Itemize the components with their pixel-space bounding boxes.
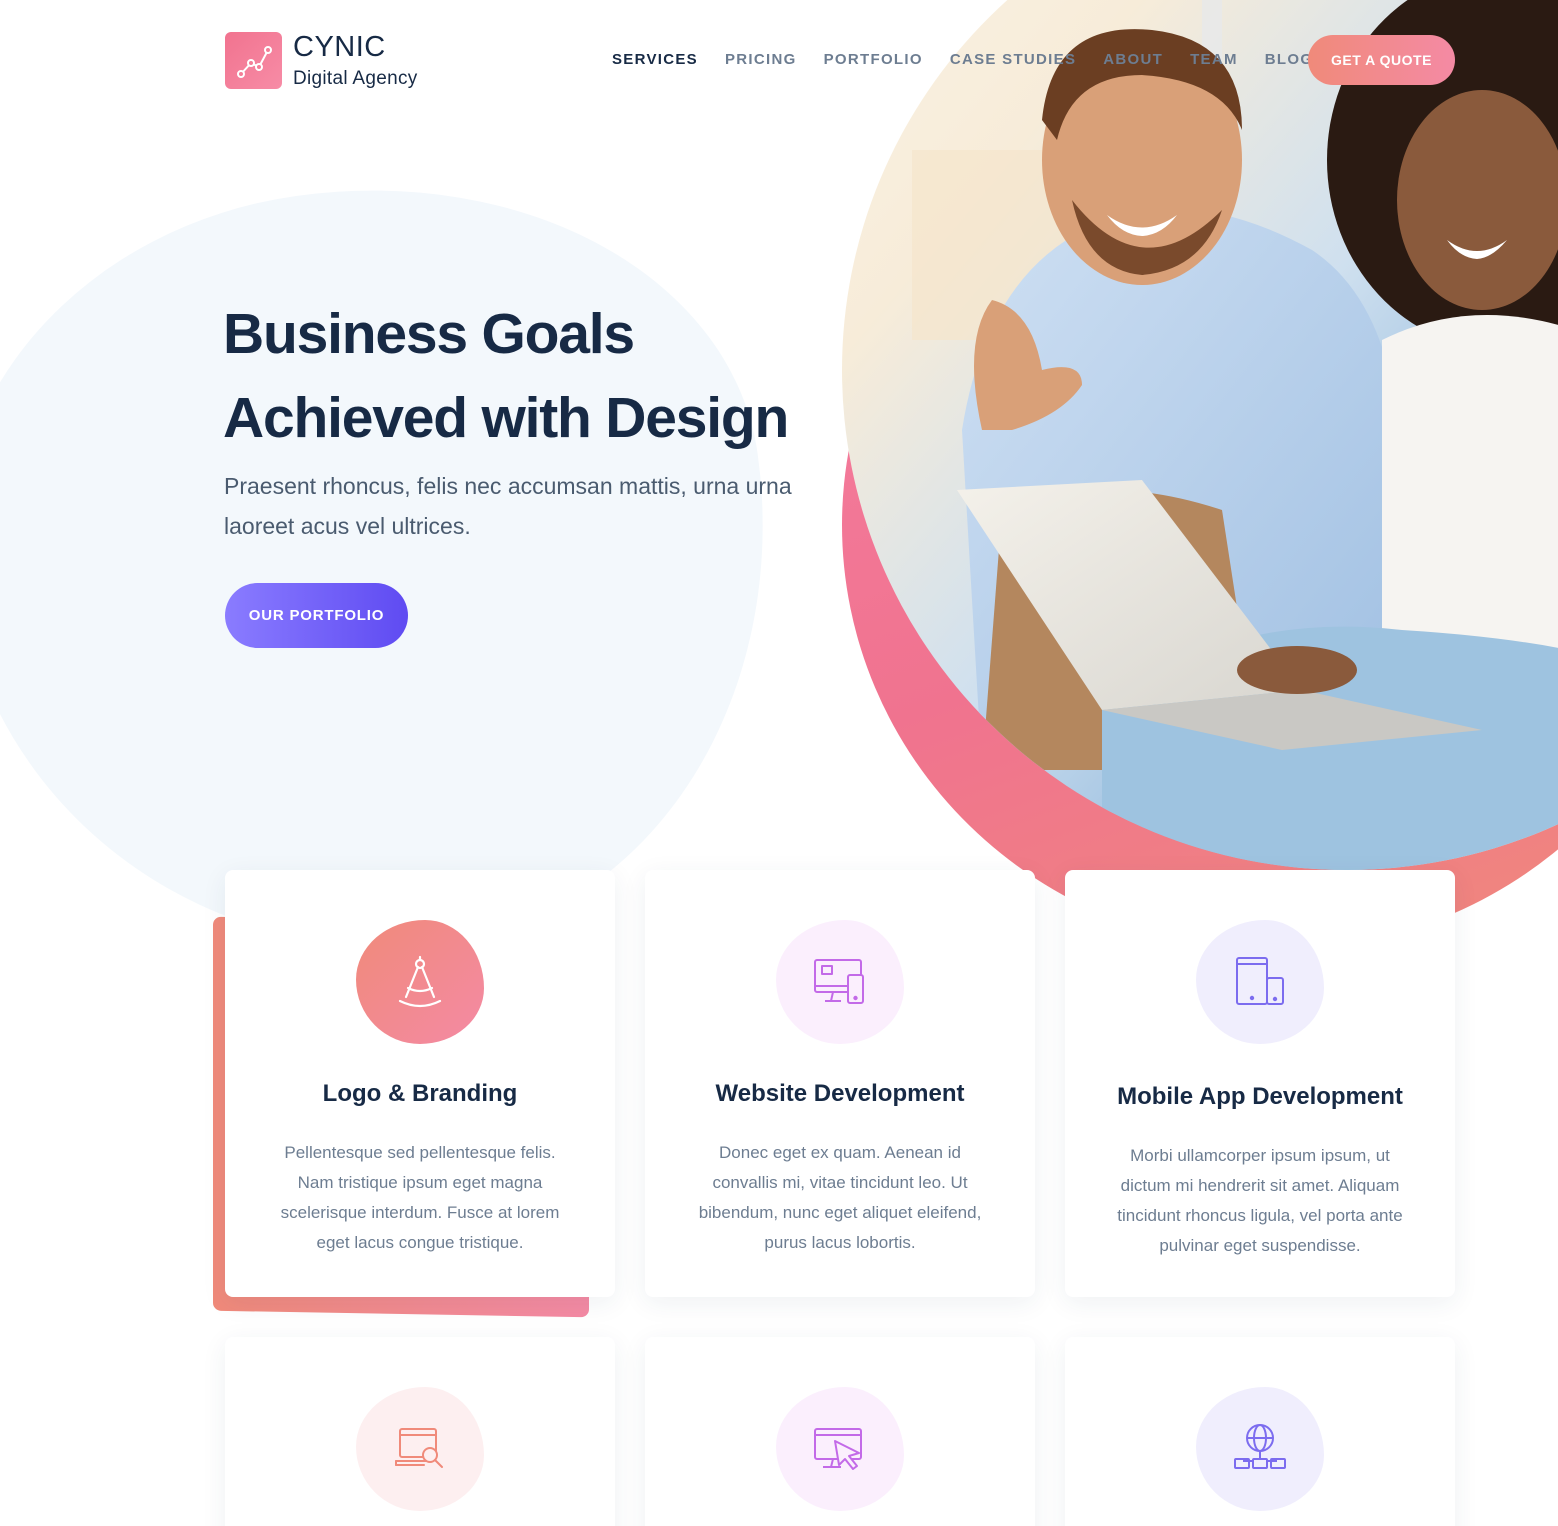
brand-name: CYNIC: [293, 31, 386, 63]
nav-item-portfolio[interactable]: PORTFOLIO: [824, 51, 923, 68]
globe-network-icon: [1196, 1387, 1324, 1511]
service-description: Morbi ullamcorper ipsum ipsum, ut dictum…: [1117, 1146, 1403, 1255]
service-description: Donec eget ex quam. Aenean id convallis …: [698, 1143, 982, 1252]
brand-tagline: Digital Agency: [293, 68, 418, 89]
service-card-mobile-app-development[interactable]: Mobile App Development Morbi ullamcorper…: [1065, 870, 1455, 1297]
brand-logo[interactable]: CYNIC Digital Agency: [225, 32, 418, 89]
analytics-line-icon: [225, 32, 282, 89]
service-card[interactable]: [225, 1337, 615, 1526]
hero-photo: [842, 0, 1558, 870]
service-title: Logo & Branding: [322, 1080, 518, 1107]
service-card[interactable]: [645, 1337, 1035, 1526]
hero-subtitle: Praesent rhoncus, felis nec accumsan mat…: [224, 473, 792, 539]
nav-item-about[interactable]: ABOUT: [1103, 51, 1163, 68]
main-nav: SERVICES PRICING PORTFOLIO CASE STUDIES …: [612, 51, 1340, 68]
hero-title: Business Goals Achieved with Design: [223, 292, 863, 460]
service-card-website-development[interactable]: Website Development Donec eget ex quam. …: [645, 870, 1035, 1297]
screen-cursor-icon: [776, 1387, 904, 1511]
service-card[interactable]: [1065, 1337, 1455, 1526]
mobile-tablet-icon: [1196, 920, 1324, 1044]
hero-people-illustration: [912, 0, 1558, 870]
service-title: Website Development: [715, 1080, 965, 1107]
hero-title-line-1: Business Goals: [223, 302, 635, 366]
service-description: Pellentesque sed pellentesque felis. Nam…: [280, 1143, 560, 1252]
web-search-icon: [356, 1387, 484, 1511]
compass-icon: [356, 920, 484, 1044]
our-portfolio-button[interactable]: OUR PORTFOLIO: [225, 583, 408, 648]
nav-item-pricing[interactable]: PRICING: [725, 51, 797, 68]
nav-item-blog[interactable]: BLOG: [1265, 51, 1314, 68]
nav-item-services[interactable]: SERVICES: [612, 51, 698, 68]
page: CYNIC Digital Agency SERVICES PRICING PO…: [0, 0, 1558, 1526]
service-card-logo-branding[interactable]: Logo & Branding Pellentesque sed pellent…: [225, 870, 615, 1297]
responsive-devices-icon: [776, 920, 904, 1044]
get-a-quote-button[interactable]: GET A QUOTE: [1308, 35, 1455, 85]
nav-item-team[interactable]: TEAM: [1190, 51, 1238, 68]
hero-title-line-2: Achieved with Design: [223, 386, 789, 450]
service-title: Mobile App Development: [1117, 1083, 1403, 1110]
nav-item-case-studies[interactable]: CASE STUDIES: [950, 51, 1076, 68]
